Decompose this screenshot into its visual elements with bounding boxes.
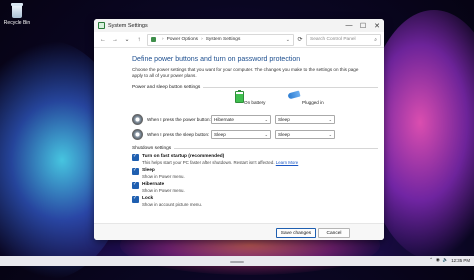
shutdown-section-label: Shutdown settings [132, 146, 172, 152]
system-tray: ⌃ ◉ 🔈 12:35 PM [426, 257, 470, 263]
breadcrumb-power-options[interactable]: Power Options [167, 37, 198, 42]
lock-option: Lock Show in account picture menu. [132, 195, 384, 208]
clock[interactable]: 12:35 PM [451, 258, 470, 263]
recycle-bin-label: Recycle Bin [3, 20, 31, 26]
back-button[interactable]: ← [97, 37, 109, 43]
tray-overflow-icon[interactable]: ⌃ [429, 257, 433, 263]
breadcrumb-separator-icon: › [162, 37, 164, 42]
section-divider [174, 148, 378, 150]
power-button-label: When I press the power button: [147, 117, 211, 123]
battery-icon [235, 90, 244, 104]
fast-startup-title: Turn on fast startup (recommended) [142, 154, 225, 160]
breadcrumb[interactable]: › Power Options › System Settings ⌄ [147, 33, 294, 46]
plug-icon [287, 90, 301, 100]
sleep-button-row: When I press the sleep button: Sleep ⌄ S… [132, 127, 384, 142]
hibernate-description: Show in Power menu. [142, 188, 185, 194]
recycle-bin[interactable]: Recycle Bin [3, 3, 31, 26]
sleep-button-on-battery-select[interactable]: Sleep ⌄ [211, 130, 271, 140]
plugged-in-label: Plugged in [302, 100, 324, 106]
fast-startup-checkbox[interactable] [132, 153, 139, 162]
search-icon: ⌕ [374, 36, 377, 43]
power-button-on-battery-select[interactable]: Hibernate ⌄ [211, 115, 271, 125]
cancel-button[interactable]: Cancel [318, 228, 350, 238]
address-dropdown-icon[interactable]: ⌄ [286, 37, 290, 43]
sleep-checkbox[interactable] [132, 167, 139, 176]
hibernate-checkbox[interactable] [132, 181, 139, 190]
sleep-button-label: When I press the sleep button: [147, 132, 210, 138]
fast-startup-option: Turn on fast startup (recommended) This … [132, 153, 384, 165]
taskbar-indicator [230, 261, 244, 263]
maximize-button[interactable]: ☐ [356, 22, 370, 30]
up-button[interactable]: ↑ [133, 37, 145, 43]
fast-startup-description: This helps start your PC faster after sh… [142, 160, 298, 165]
main-content: Define power buttons and turn on passwor… [94, 48, 384, 207]
system-settings-window: System Settings — ☐ ✕ ← → ⌄ ↑ › Power Op… [94, 19, 384, 240]
hibernate-option: Hibernate Show in Power menu. [132, 181, 384, 194]
close-button[interactable]: ✕ [370, 22, 384, 30]
minimize-button[interactable]: — [342, 22, 356, 29]
search-input[interactable]: Search Control Panel ⌕ [306, 33, 381, 46]
search-placeholder: Search Control Panel [310, 37, 356, 42]
recycle-bin-icon [10, 3, 24, 19]
lock-checkbox[interactable] [132, 195, 139, 204]
on-battery-label: On battery [244, 100, 266, 106]
sleep-description: Show in Power menu. [142, 174, 185, 180]
taskbar: ⌃ ◉ 🔈 12:35 PM [0, 256, 474, 266]
volume-icon[interactable]: 🔈 [443, 257, 448, 263]
sleep-option: Sleep Show in Power menu. [132, 167, 384, 180]
learn-more-link[interactable]: Learn More [276, 160, 298, 165]
power-button-icon [132, 114, 143, 126]
chevron-down-icon: ⌄ [264, 117, 268, 123]
select-value: Sleep [214, 132, 226, 138]
save-changes-button[interactable]: Save changes [276, 228, 316, 238]
control-panel-icon [151, 37, 156, 42]
breadcrumb-separator-icon: › [201, 37, 203, 42]
control-panel-icon [98, 22, 105, 29]
address-toolbar: ← → ⌄ ↑ › Power Options › System Setting… [94, 32, 384, 48]
sleep-title: Sleep [142, 168, 155, 174]
section-divider [203, 87, 378, 89]
power-column-headers: On battery Plugged in [132, 90, 384, 112]
sleep-button-icon [132, 129, 143, 141]
power-button-row: When I press the power button: Hibernate… [132, 112, 384, 127]
fast-startup-sub: This helps start your PC faster after sh… [142, 160, 275, 166]
chevron-down-icon: ⌄ [264, 132, 268, 138]
chevron-down-icon: ⌄ [328, 117, 332, 123]
title-bar: System Settings — ☐ ✕ [94, 19, 384, 32]
hibernate-title: Hibernate [142, 182, 165, 188]
refresh-button[interactable]: ⟳ [294, 36, 306, 43]
dialog-footer: Save changes Cancel [94, 223, 384, 240]
select-value: Hibernate [214, 117, 234, 123]
lock-title: Lock [142, 196, 154, 202]
breadcrumb-system-settings[interactable]: System Settings [206, 37, 241, 42]
window-title: System Settings [108, 22, 148, 29]
forward-button[interactable]: → [109, 37, 121, 43]
chevron-down-icon: ⌄ [328, 132, 332, 138]
page-title: Define power buttons and turn on passwor… [132, 56, 301, 63]
wifi-icon[interactable]: ◉ [436, 257, 440, 263]
lock-description: Show in account picture menu. [142, 202, 203, 208]
select-value: Sleep [278, 117, 290, 123]
recent-locations-button[interactable]: ⌄ [121, 36, 133, 43]
shutdown-section-header: Shutdown settings [132, 146, 378, 151]
power-button-plugged-in-select[interactable]: Sleep ⌄ [275, 115, 335, 125]
select-value: Sleep [278, 132, 290, 138]
page-description: Choose the power settings that you want … [132, 67, 359, 79]
sleep-button-plugged-in-select[interactable]: Sleep ⌄ [275, 130, 335, 140]
